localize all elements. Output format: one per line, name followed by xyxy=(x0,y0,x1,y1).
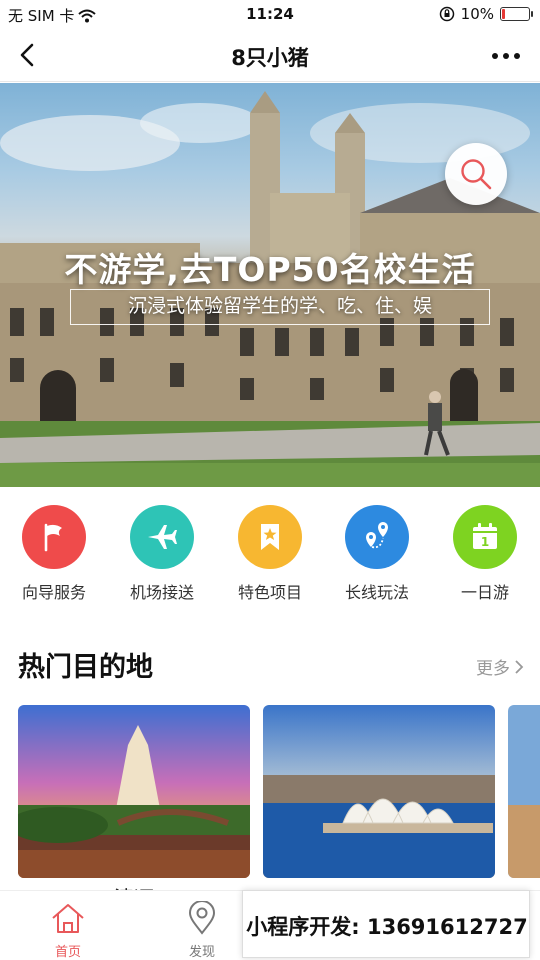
more-link[interactable]: 更多 xyxy=(476,654,524,679)
battery-info: 10% xyxy=(439,5,533,23)
tab-home[interactable]: 首页 xyxy=(28,901,108,960)
category-label: 长线玩法 xyxy=(344,583,409,602)
category-row: 向导服务 机场接送 特色项目 长线玩法 1 一日游 xyxy=(0,505,540,615)
more-dot xyxy=(514,53,520,59)
category-featured[interactable]: 特色项目 xyxy=(222,505,318,603)
search-icon xyxy=(461,159,492,190)
category-icon-circle xyxy=(238,505,302,569)
tab-discover-label: 发现 xyxy=(188,945,215,960)
promo-banner: 小程序开发: 13691612727 xyxy=(242,890,530,958)
battery-level-fill xyxy=(502,9,505,19)
airplane-icon xyxy=(148,525,177,549)
page-title: 8只小猪 xyxy=(231,46,309,70)
category-icon-circle xyxy=(22,505,86,569)
section-title: 热门目的地 xyxy=(18,652,153,683)
nav-bar: 8只小猪 xyxy=(0,30,540,82)
home-icon xyxy=(52,904,84,933)
more-link-label: 更多 xyxy=(476,659,510,679)
hero-banner[interactable]: 不游学,去TOP50名校生活 沉浸式体验留学生的学、吃、住、娱 xyxy=(0,83,540,487)
destination-card[interactable] xyxy=(508,705,540,878)
category-icon-circle xyxy=(345,505,409,569)
destination-photo xyxy=(508,705,540,878)
promo-text: 小程序开发: 13691612727 xyxy=(246,915,528,939)
category-icon-circle: 1 xyxy=(453,505,517,569)
search-button[interactable] xyxy=(445,143,507,205)
more-button[interactable] xyxy=(492,53,520,59)
calendar-icon: 1 xyxy=(473,523,497,549)
category-label: 向导服务 xyxy=(21,583,86,602)
category-icon-circle xyxy=(130,505,194,569)
category-long-route[interactable]: 长线玩法 xyxy=(329,505,425,603)
category-label: 特色项目 xyxy=(237,583,302,602)
tab-home-label: 首页 xyxy=(54,945,81,960)
status-bar: 无 SIM 卡 11:24 10% xyxy=(0,0,540,30)
location-pin-icon xyxy=(188,900,216,935)
svg-text:1: 1 xyxy=(481,535,489,549)
category-guide-service[interactable]: 向导服务 xyxy=(6,505,102,603)
destination-photo xyxy=(18,705,250,878)
battery-percent: 10% xyxy=(460,5,494,23)
orientation-lock-icon xyxy=(439,6,454,22)
category-day-tour[interactable]: 1 一日游 xyxy=(437,505,533,603)
chevron-right-icon xyxy=(515,659,524,674)
banner-title: 不游学,去TOP50名校生活 xyxy=(64,250,476,289)
bookmark-star-icon xyxy=(261,524,279,550)
category-airport-transfer[interactable]: 机场接送 xyxy=(114,505,210,603)
category-label: 机场接送 xyxy=(129,583,194,602)
destination-photo xyxy=(263,705,495,878)
destination-carousel[interactable] xyxy=(0,705,540,880)
destination-card[interactable] xyxy=(263,705,495,878)
category-label: 一日游 xyxy=(460,583,509,602)
battery-icon xyxy=(500,7,533,21)
flag-icon xyxy=(44,523,62,552)
more-dot xyxy=(492,53,498,59)
destination-card[interactable] xyxy=(18,705,250,878)
banner-subtitle: 沉浸式体验留学生的学、吃、住、娱 xyxy=(70,289,490,325)
route-pin-icon xyxy=(366,522,388,549)
tab-discover[interactable]: 发现 xyxy=(162,900,242,960)
more-dot xyxy=(503,53,509,59)
